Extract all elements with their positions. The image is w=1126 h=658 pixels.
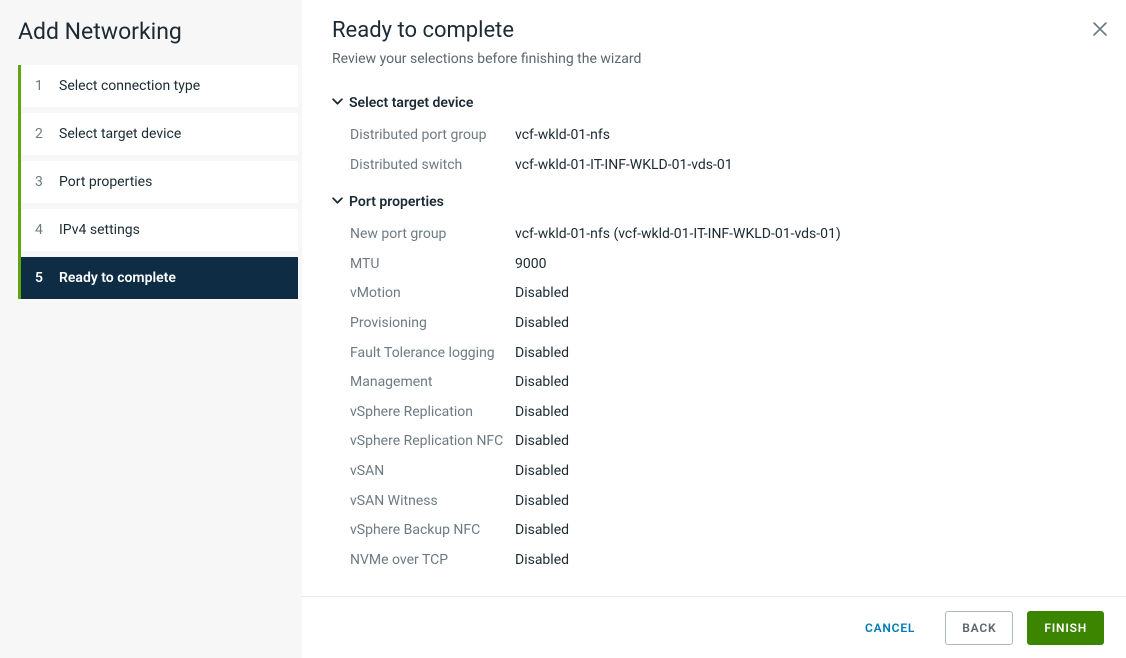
summary-value: Disabled	[515, 373, 1096, 393]
wizard-sidebar: Add Networking 1 Select connection type …	[0, 0, 302, 658]
summary-value: Disabled	[515, 551, 1096, 571]
summary-value: Disabled	[515, 284, 1096, 304]
section-heading: Select target device	[349, 95, 473, 111]
summary-row: Fault Tolerance logging Disabled	[332, 339, 1096, 369]
section-toggle-port-properties[interactable]: Port properties	[332, 194, 1096, 210]
summary-key: Management	[350, 373, 515, 393]
summary-value: Disabled	[515, 521, 1096, 541]
summary-key: New port group	[350, 225, 515, 245]
step-label: Port properties	[59, 174, 152, 190]
summary-value: 9000	[515, 255, 1096, 275]
step-ipv4-settings[interactable]: 4 IPv4 settings	[21, 209, 298, 251]
step-select-connection-type[interactable]: 1 Select connection type	[21, 65, 298, 107]
summary-row: vSAN Disabled	[332, 457, 1096, 487]
step-label: Select connection type	[59, 78, 200, 94]
step-port-properties[interactable]: 3 Port properties	[21, 161, 298, 203]
cancel-button[interactable]: CANCEL	[849, 611, 931, 645]
section-toggle-target-device[interactable]: Select target device	[332, 95, 1096, 111]
summary-value: Disabled	[515, 492, 1096, 512]
summary-row: Provisioning Disabled	[332, 309, 1096, 339]
summary-key: vSphere Replication	[350, 403, 515, 423]
summary-row: New port group vcf-wkld-01-nfs (vcf-wkld…	[332, 220, 1096, 250]
wizard-title: Add Networking	[0, 18, 302, 65]
finish-button[interactable]: FINISH	[1027, 611, 1104, 645]
step-number: 1	[35, 78, 45, 94]
summary-key: vSphere Backup NFC	[350, 521, 515, 541]
summary-value: Disabled	[515, 432, 1096, 452]
summary-row: vMotion Disabled	[332, 279, 1096, 309]
summary-row: vSphere Replication Disabled	[332, 398, 1096, 428]
summary-row: Distributed switch vcf-wkld-01-IT-INF-WK…	[332, 151, 1096, 181]
summary-value: vcf-wkld-01-nfs (vcf-wkld-01-IT-INF-WKLD…	[515, 225, 1096, 245]
summary-key: NVMe over TCP	[350, 551, 515, 571]
wizard-content-panel: Ready to complete Review your selections…	[302, 0, 1126, 658]
summary-key: Fault Tolerance logging	[350, 344, 515, 364]
summary-key: Provisioning	[350, 314, 515, 334]
chevron-down-icon	[332, 96, 343, 110]
summary-key: Distributed port group	[350, 126, 515, 146]
step-number: 4	[35, 222, 45, 238]
section-heading: Port properties	[349, 194, 444, 210]
summary-key: vSAN	[350, 462, 515, 482]
close-icon[interactable]	[1092, 20, 1108, 40]
summary-content: Select target device Distributed port gr…	[302, 81, 1126, 596]
step-number: 5	[35, 270, 45, 286]
summary-row: vSAN Witness Disabled	[332, 487, 1096, 517]
back-button[interactable]: BACK	[945, 611, 1013, 645]
summary-row: Distributed port group vcf-wkld-01-nfs	[332, 121, 1096, 151]
summary-value: vcf-wkld-01-IT-INF-WKLD-01-vds-01	[515, 156, 1096, 176]
step-label: IPv4 settings	[59, 222, 140, 238]
wizard-steps: 1 Select connection type 2 Select target…	[18, 65, 298, 299]
summary-key: Distributed switch	[350, 156, 515, 176]
step-number: 2	[35, 126, 45, 142]
wizard-footer: CANCEL BACK FINISH	[302, 596, 1126, 658]
chevron-down-icon	[332, 195, 343, 209]
summary-row: Management Disabled	[332, 368, 1096, 398]
summary-value: vcf-wkld-01-nfs	[515, 126, 1096, 146]
page-title: Ready to complete	[332, 18, 1096, 43]
summary-value: Disabled	[515, 462, 1096, 482]
page-subtitle: Review your selections before finishing …	[332, 51, 1096, 67]
summary-key: MTU	[350, 255, 515, 275]
summary-row: NVMe over TCP Disabled	[332, 546, 1096, 576]
step-number: 3	[35, 174, 45, 190]
summary-value: Disabled	[515, 403, 1096, 423]
summary-row: vSphere Replication NFC Disabled	[332, 427, 1096, 457]
step-select-target-device[interactable]: 2 Select target device	[21, 113, 298, 155]
summary-value: Disabled	[515, 344, 1096, 364]
summary-key: vMotion	[350, 284, 515, 304]
page-header: Ready to complete Review your selections…	[302, 0, 1126, 81]
summary-row: vSphere Backup NFC Disabled	[332, 516, 1096, 546]
summary-key: vSphere Replication NFC	[350, 432, 515, 452]
summary-value: Disabled	[515, 314, 1096, 334]
step-ready-to-complete[interactable]: 5 Ready to complete	[21, 257, 298, 299]
step-label: Select target device	[59, 126, 181, 142]
summary-key: vSAN Witness	[350, 492, 515, 512]
summary-row: MTU 9000	[332, 250, 1096, 280]
step-label: Ready to complete	[59, 270, 176, 286]
